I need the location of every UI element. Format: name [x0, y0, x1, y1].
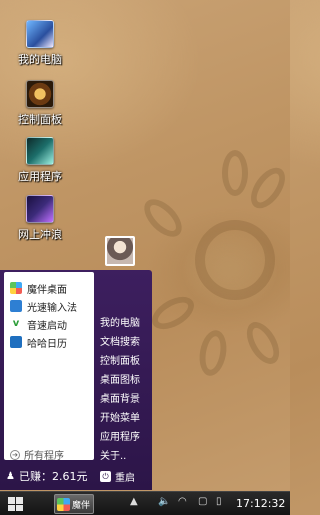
wallpaper-sun-ray [196, 328, 230, 378]
user-avatar[interactable] [105, 236, 135, 266]
start-menu-footer: ♟ 已赚：2.61元 ⏻ 重启 [0, 462, 152, 490]
all-programs-button[interactable]: ➔ 所有程序 [10, 447, 64, 462]
menu-item-label: 光速输入法 [27, 302, 77, 314]
user-icon: ♟ [6, 470, 15, 482]
menu-right-desktop-background[interactable]: 桌面背景 [100, 390, 140, 405]
desktop-icon-label: 我的电脑 [18, 53, 62, 66]
taskbar-app-label: 魔伴 [72, 500, 91, 511]
restart-button[interactable]: ⏻ 重启 [100, 469, 135, 484]
desktop-icon-my-computer[interactable]: 我的电脑 [8, 20, 72, 67]
menu-item-input-method[interactable]: 光速输入法 [10, 298, 77, 314]
wallpaper-sun-ray [222, 150, 248, 196]
menu-item-label: 哈哈日历 [27, 338, 67, 350]
arrow-right-icon: ➔ [10, 449, 20, 460]
restart-label: 重启 [115, 473, 135, 484]
mobanzhuomian-icon [10, 282, 22, 294]
desktop-icon-label: 网上冲浪 [18, 228, 62, 241]
menu-right-applications[interactable]: 应用程序 [100, 428, 140, 443]
earnings-display: ♟ 已赚：2.61元 [6, 468, 87, 484]
volume-icon[interactable]: 🔈 [158, 496, 170, 507]
power-icon: ⏻ [100, 471, 111, 482]
menu-item-calendar[interactable]: 哈哈日历 [10, 334, 67, 350]
all-programs-label: 所有程序 [24, 451, 64, 462]
wifi-icon[interactable]: ◠ [178, 496, 187, 507]
menu-right-doc-search[interactable]: 文档搜索 [100, 333, 140, 348]
desktop-icon-label: 应用程序 [18, 170, 62, 183]
wallpaper-sun-ray [146, 290, 200, 336]
clock[interactable]: 17:12:32 [236, 497, 285, 510]
start-menu-program-list: 魔伴桌面 光速输入法 v 音速启动 哈哈日历 ➔ 所有程序 [4, 272, 94, 462]
control-panel-icon [26, 80, 54, 108]
tray-expand-icon[interactable]: ▲ [130, 496, 138, 507]
menu-right-about[interactable]: 关于.. [100, 447, 126, 462]
taskbar-app-moban[interactable]: 魔伴 [54, 494, 94, 514]
desktop-icon-label: 控制面板 [18, 113, 62, 126]
battery-icon[interactable]: ▯ [216, 496, 222, 507]
yinsu-launch-icon: v [10, 318, 22, 330]
taskbar: 魔伴 ▲ 🔈 ◠ ▢ ▯ 17:12:32 [0, 491, 290, 515]
menu-right-desktop-icons[interactable]: 桌面图标 [100, 371, 140, 386]
network-icon[interactable]: ▢ [198, 496, 207, 507]
menu-item-yinsu-launch[interactable]: v 音速启动 [10, 316, 67, 332]
start-menu: 魔伴桌面 光速输入法 v 音速启动 哈哈日历 ➔ 所有程序 我的电脑 文档搜索 … [0, 270, 152, 490]
internet-icon [26, 195, 54, 223]
wallpaper-sun-ray [240, 316, 286, 370]
earnings-text: 已赚：2.61元 [18, 470, 88, 483]
menu-right-my-computer[interactable]: 我的电脑 [100, 314, 140, 329]
desktop-icon-control-panel[interactable]: 控制面板 [8, 80, 72, 127]
computer-icon [26, 20, 54, 48]
input-method-icon [10, 300, 22, 312]
menu-right-control-panel[interactable]: 控制面板 [100, 352, 140, 367]
wallpaper-sun-drawing [195, 220, 275, 300]
menu-right-start-menu[interactable]: 开始菜单 [100, 409, 140, 424]
windows-start-icon[interactable] [8, 497, 24, 511]
menu-item-label: 音速启动 [27, 320, 67, 332]
wallpaper-sun-ray [137, 192, 189, 244]
desktop-icon-internet[interactable]: 网上冲浪 [8, 195, 72, 242]
menu-item-mobanzhuomian[interactable]: 魔伴桌面 [10, 280, 67, 296]
mobanzhuomian-icon [57, 497, 70, 511]
applications-icon [26, 137, 54, 165]
wallpaper-sun-ray [244, 161, 292, 215]
calendar-icon [10, 336, 22, 348]
desktop-icon-applications[interactable]: 应用程序 [8, 137, 72, 184]
menu-item-label: 魔伴桌面 [27, 284, 67, 296]
